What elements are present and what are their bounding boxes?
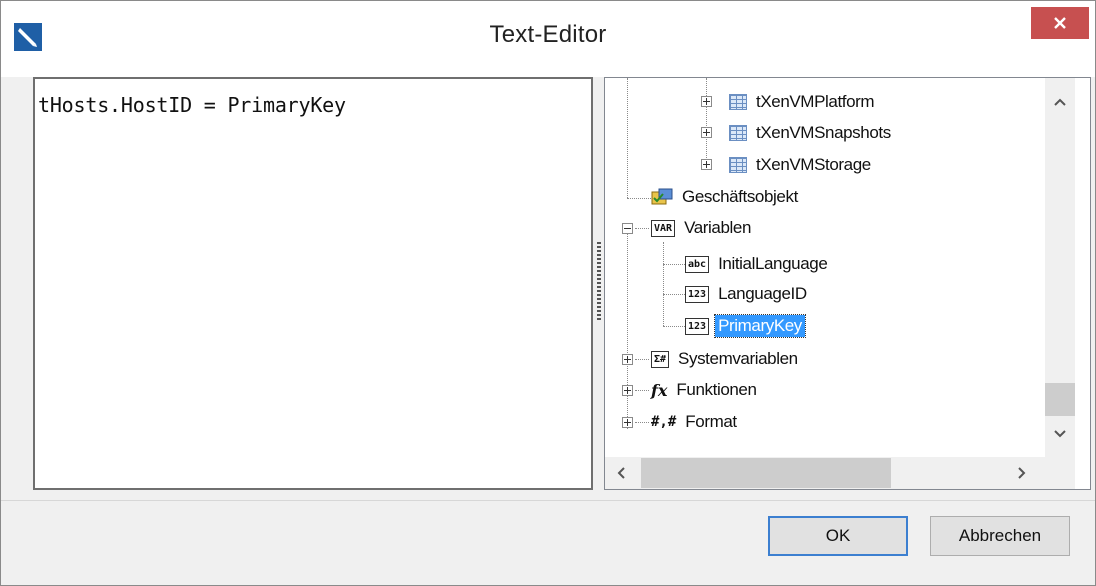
tree-item-label: Funktionen [676,380,757,399]
tree-item-label: Variablen [684,218,752,237]
tree-item[interactable]: #,# Format [651,407,740,437]
chevron-down-icon[interactable] [1054,430,1066,438]
expand-toggle[interactable] [701,159,712,170]
tree-item-label: Systemvariablen [678,349,798,368]
window-title: Text-Editor [489,21,607,48]
expand-toggle[interactable] [622,385,633,396]
tree-item-selected[interactable]: 123 PrimaryKey [685,311,806,341]
string-variable-icon: abc [685,255,710,273]
tree-item[interactable]: Geschäftsobjekt [651,182,801,212]
tree-connector [627,78,628,198]
tree-item-label: Format [685,412,737,431]
number-variable-icon: 123 [685,285,710,303]
tree-item-label: LanguageID [718,284,807,303]
tree-connector [663,294,685,295]
tree-connector [635,422,649,423]
tree-item[interactable]: VAR Variablen [651,213,754,243]
tree-connector [627,198,651,199]
title-bar[interactable]: Text-Editor [1,1,1095,77]
tree-item[interactable]: tXenVMSnapshots [729,118,894,148]
expand-toggle[interactable] [701,127,712,138]
tree-item-label: tXenVMSnapshots [756,123,891,142]
tree-connector [627,234,628,429]
tree-item-label: Geschäftsobjekt [682,187,798,206]
chevron-up-icon[interactable] [1054,98,1066,106]
tree-item[interactable]: Σ# Systemvariablen [651,344,801,374]
tree-item[interactable]: fx Funktionen [651,375,760,405]
text-editor-area[interactable]: tHosts.HostID = PrimaryKey [33,77,593,490]
tree-item-label: tXenVMStorage [756,155,871,174]
vertical-scrollbar[interactable] [1045,78,1075,457]
splitter-handle[interactable] [597,242,601,322]
table-icon [729,94,747,110]
chevron-left-icon[interactable] [617,467,625,479]
tree-item[interactable]: 123 LanguageID [685,279,810,309]
tree-connector [635,228,649,229]
vertical-scroll-thumb[interactable] [1045,383,1075,416]
tree-connector [663,242,664,326]
table-icon [729,157,747,173]
tree-connector [635,359,649,360]
function-icon: fx [651,380,668,400]
collapse-toggle[interactable] [622,223,633,234]
table-icon [729,125,747,141]
tree-item[interactable]: tXenVMStorage [729,150,874,180]
tree-view[interactable]: tXenVMPlatform tXenVMSnapshots tXenVMSto… [604,77,1091,490]
tree-item[interactable]: abc InitialLanguage [685,249,830,279]
editor-content[interactable]: tHosts.HostID = PrimaryKey [38,93,346,117]
ok-button[interactable]: OK [768,516,908,556]
horizontal-scrollbar[interactable] [605,457,1075,489]
tree-item-label: InitialLanguage [718,254,828,273]
close-icon [1054,17,1066,29]
expand-toggle[interactable] [622,417,633,428]
tree-item-label: tXenVMPlatform [756,92,875,111]
tree-connector [706,78,707,168]
tree-item[interactable]: tXenVMPlatform [729,87,877,117]
dialog-window: Text-Editor tHosts.HostID = PrimaryKey t… [0,0,1096,586]
format-icon: #,# [651,414,677,430]
business-object-icon [651,188,673,206]
system-variables-icon: Σ# [651,350,670,368]
chevron-right-icon[interactable] [1018,467,1026,479]
variables-icon: VAR [651,219,676,237]
expand-toggle[interactable] [701,96,712,107]
expand-toggle[interactable] [622,354,633,365]
cancel-button[interactable]: Abbrechen [930,516,1070,556]
horizontal-scroll-thumb[interactable] [641,458,891,488]
close-button[interactable] [1031,7,1089,39]
tree-item-label: PrimaryKey [714,314,806,338]
tree-connector [635,390,649,391]
number-variable-icon: 123 [685,317,710,335]
tree-connector [663,264,685,265]
tree-connector [663,326,685,327]
